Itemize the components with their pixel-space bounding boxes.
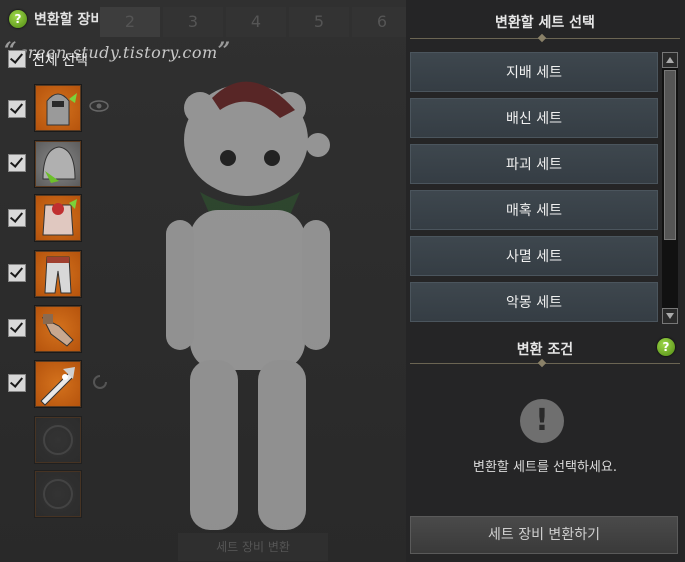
slot-checkbox-weapon[interactable] <box>8 374 26 392</box>
set-tabs: 2 3 4 5 6 <box>100 7 406 37</box>
tab-3[interactable]: 3 <box>163 7 223 37</box>
scroll-down-button[interactable] <box>662 308 678 324</box>
slot-helmet[interactable] <box>34 84 82 132</box>
slot-weapon[interactable] <box>34 360 82 408</box>
help-icon[interactable]: ? <box>9 10 27 28</box>
set-item-betrayal[interactable]: 배신 세트 <box>410 98 658 138</box>
arrow-down-icon <box>666 313 674 319</box>
set-item-nightmare[interactable]: 악몽 세트 <box>410 282 658 322</box>
set-item-dominance[interactable]: 지배 세트 <box>410 52 658 92</box>
helmet-icon <box>46 93 77 126</box>
swirl-icon <box>93 375 107 389</box>
select-all-checkbox[interactable] <box>8 50 26 68</box>
arrow-up-icon <box>666 57 674 63</box>
status-message: 변환할 세트를 선택하세요. <box>473 460 617 475</box>
scroll-up-button[interactable] <box>662 52 678 68</box>
slot-hood[interactable] <box>34 140 82 188</box>
set-select-header: 변환할 세트 선택 <box>495 15 595 31</box>
slot-checkbox-pants[interactable] <box>8 264 26 282</box>
slot-empty-2 <box>34 470 82 518</box>
slot-empty-1 <box>34 416 82 464</box>
select-all-label: 전체 선택 <box>32 53 88 69</box>
tab-2[interactable]: 2 <box>100 7 160 37</box>
equipment-panel: ? 변환할 장비 선택 2 3 4 5 6 “green-study.tisto… <box>0 0 406 562</box>
condition-divider <box>410 363 680 364</box>
gloves-icon <box>41 314 74 347</box>
set-item-charm[interactable]: 매혹 세트 <box>410 190 658 230</box>
set-item-destruction[interactable]: 파괴 세트 <box>410 144 658 184</box>
scroll-thumb[interactable] <box>664 70 676 240</box>
tab-5[interactable]: 5 <box>289 7 349 37</box>
slot-checkbox-gloves[interactable] <box>8 319 26 337</box>
convert-set-button[interactable]: 세트 장비 변환하기 <box>410 516 678 554</box>
slot-checkbox-helmet[interactable] <box>8 100 26 118</box>
slot-checkbox-armor[interactable] <box>8 209 26 227</box>
slot-pants[interactable] <box>34 250 82 298</box>
tab-4[interactable]: 4 <box>226 7 286 37</box>
set-convert-button-disabled: 세트 장비 변환 <box>178 533 328 561</box>
slot-gloves[interactable] <box>34 305 82 353</box>
header-divider <box>410 38 680 39</box>
set-list-scrollbar[interactable] <box>662 52 678 324</box>
condition-header: 변환 조건 <box>516 342 574 358</box>
empty-slot-icon <box>43 479 73 509</box>
tab-6[interactable]: 6 <box>352 7 406 37</box>
slot-armor[interactable] <box>34 194 82 242</box>
pants-icon <box>44 256 72 294</box>
empty-slot-icon <box>43 425 73 455</box>
weapon-icon <box>40 367 75 406</box>
set-item-annihilation[interactable]: 사멸 세트 <box>410 236 658 276</box>
eye-icon[interactable] <box>89 100 109 112</box>
slot-checkbox-hood[interactable] <box>8 154 26 172</box>
character-preview <box>166 81 330 530</box>
condition-help-icon[interactable]: ? <box>657 338 675 356</box>
set-list: 지배 세트 배신 세트 파괴 세트 매혹 세트 사멸 세트 악몽 세트 <box>410 52 658 328</box>
hood-icon <box>42 146 76 183</box>
alert-icon: ! <box>520 399 564 443</box>
armor-icon <box>42 199 77 236</box>
